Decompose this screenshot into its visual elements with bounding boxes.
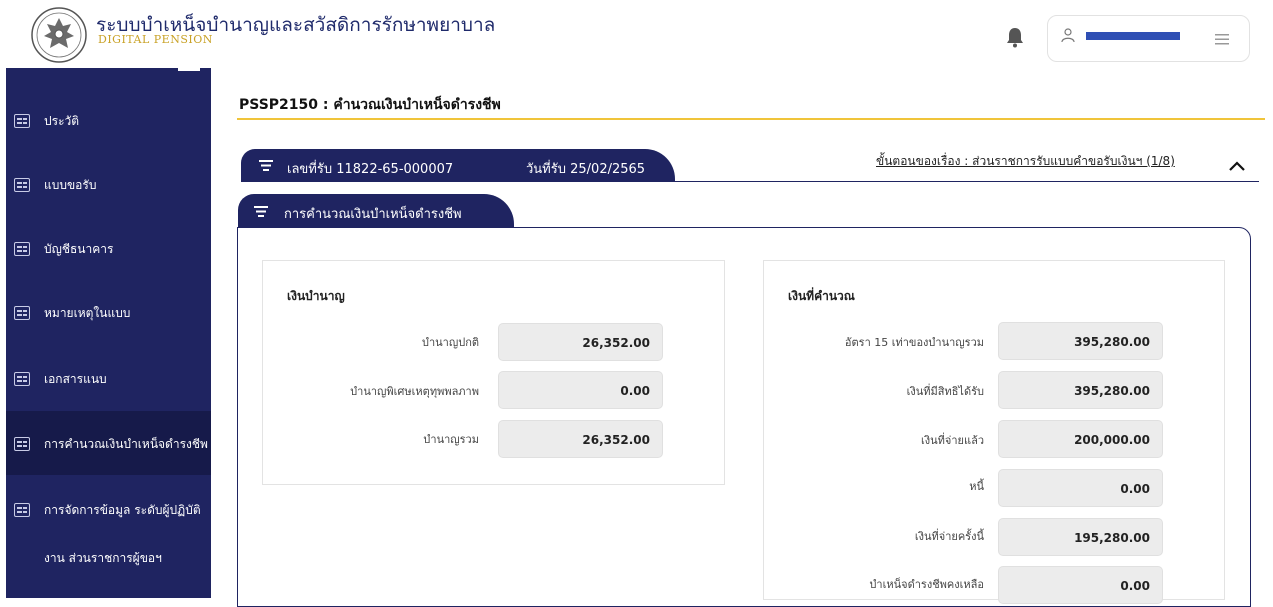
sidebar-item-label: ประวัติ <box>44 114 80 128</box>
debt-label: หนี้ <box>969 480 984 493</box>
calculated-panel: เงินที่คำนวณ อัตรา 15 เท่าของบำนาญรวม 39… <box>763 260 1225 604</box>
document-icon <box>14 242 30 256</box>
sidebar-item-label: บัญชีธนาคาร <box>44 242 114 256</box>
sidebar-item-label: การจัดการข้อมูล ระดับผู้ปฏิบัติ <box>44 503 201 517</box>
title-divider <box>237 118 1265 120</box>
sidebar-item-form-notes[interactable]: หมายเหตุในแบบ <box>6 282 211 342</box>
sidebar-item-request-form[interactable]: แบบขอรับ <box>6 154 211 214</box>
current-payment-value: 195,280.00 <box>998 518 1163 556</box>
workflow-steps-link[interactable]: ขั้นตอนของเรื่อง : ส่วนราชการรับแบบคำขอร… <box>876 152 1175 171</box>
sidebar-item-pension-calculation[interactable]: การคำนวณเงินบำเหน็จดำรงชีพ <box>6 411 211 475</box>
sidebar-item-label: เอกสารแนบ <box>44 372 107 386</box>
case-number: เลขที่รับ 11822-65-000007 <box>287 162 454 177</box>
user-menu[interactable] <box>1047 15 1250 62</box>
chevron-up-icon[interactable] <box>1228 160 1246 172</box>
sidebar-item-bank-account[interactable]: บัญชีธนาคาร <box>6 218 211 278</box>
user-name-redacted <box>1086 32 1180 40</box>
list-icon <box>254 206 268 217</box>
entitled-amount-value: 395,280.00 <box>998 371 1163 409</box>
case-tab-divider <box>241 181 1259 182</box>
sidebar-item-attachments[interactable]: เอกสารแนบ <box>6 348 211 408</box>
page-title: PSSP2150 : คำนวณเงินบำเหน็จดำรงชีพ <box>239 97 501 113</box>
entitled-amount-label: เงินที่มีสิทธิได้รับ <box>906 385 984 398</box>
sidebar-item-label-line2: งาน ส่วนราชการผู้ขอฯ <box>44 551 162 565</box>
calculated-panel-title: เงินที่คำนวณ <box>788 289 855 303</box>
total-pension-label: บำนาญรวม <box>423 433 479 446</box>
sidebar-item-label: การคำนวณเงินบำเหน็จดำรงชีพ <box>44 437 208 451</box>
garuda-emblem-logo <box>31 7 87 63</box>
case-info-tab: เลขที่รับ 11822-65-000007 วันที่รับ 25/0… <box>241 149 675 182</box>
current-payment-label: เงินที่จ่ายครั้งนี้ <box>914 530 984 543</box>
app-subtitle: DIGITAL PENSION <box>98 33 213 46</box>
sidebar-item-label: หมายเหตุในแบบ <box>44 306 131 320</box>
list-icon <box>259 160 273 171</box>
document-icon <box>14 503 30 517</box>
document-icon <box>14 306 30 320</box>
total-pension-value: 26,352.00 <box>498 420 663 458</box>
disability-pension-label: บำนาญพิเศษเหตุทุพพลภาพ <box>350 385 479 398</box>
sidebar-item-label: แบบขอรับ <box>44 178 97 192</box>
notification-bell-icon[interactable] <box>1004 26 1026 48</box>
document-icon <box>14 437 30 451</box>
received-date: วันที่รับ 25/02/2565 <box>526 162 646 177</box>
sidebar-collapse-bar[interactable] <box>178 68 200 71</box>
document-icon <box>14 372 30 386</box>
debt-value: 0.00 <box>998 469 1163 507</box>
app-header: ระบบบำเหน็จบำนาญและสวัสดิการรักษาพยาบาล … <box>0 0 1273 68</box>
hamburger-menu-icon[interactable] <box>1214 32 1230 46</box>
remaining-gratuity-value: 0.00 <box>998 566 1163 604</box>
regular-pension-label: บำนาญปกติ <box>421 336 479 349</box>
paid-amount-label: เงินที่จ่ายแล้ว <box>921 434 984 447</box>
paid-amount-value: 200,000.00 <box>998 420 1163 458</box>
document-icon <box>14 114 30 128</box>
sidebar: ประวัติ แบบขอรับ บัญชีธนาคาร หมายเหตุในแ… <box>6 68 211 598</box>
regular-pension-value: 26,352.00 <box>498 323 663 361</box>
calculation-tab[interactable]: การคำนวณเงินบำเหน็จดำรงชีพ <box>238 194 514 228</box>
disability-pension-value: 0.00 <box>498 371 663 409</box>
fifteen-times-label: อัตรา 15 เท่าของบำนาญรวม <box>844 336 984 349</box>
sidebar-item-history[interactable]: ประวัติ <box>6 90 211 150</box>
pension-panel: เงินบำนาญ บำนาญปกติ 26,352.00 บำนาญพิเศษ… <box>262 260 725 485</box>
sidebar-item-data-management[interactable]: การจัดการข้อมูล ระดับผู้ปฏิบัติ งาน ส่วน… <box>6 483 211 593</box>
pension-panel-title: เงินบำนาญ <box>287 289 345 303</box>
remaining-gratuity-label: บำเหน็จดำรงชีพคงเหลือ <box>869 578 984 591</box>
fifteen-times-value: 395,280.00 <box>998 322 1163 360</box>
calculation-tab-label: การคำนวณเงินบำเหน็จดำรงชีพ <box>284 207 462 222</box>
user-icon <box>1061 28 1075 43</box>
document-icon <box>14 178 30 192</box>
